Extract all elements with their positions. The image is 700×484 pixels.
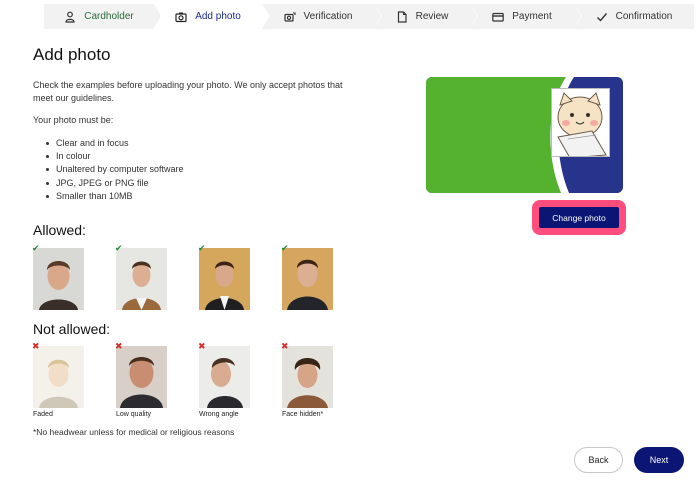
example-caption: Wrong angle <box>199 411 239 418</box>
document-icon <box>396 10 408 23</box>
list-item: Clear and in focus <box>46 137 184 150</box>
back-button[interactable]: Back <box>574 447 623 473</box>
change-photo-highlight: Change photo <box>532 200 626 235</box>
example-caption: Low quality <box>116 411 152 418</box>
step-cardholder[interactable]: Cardholder <box>44 4 162 29</box>
allowed-examples: ✔ ✔ ✔ ✔ <box>32 243 365 310</box>
check-icon: ✔ <box>198 243 206 253</box>
example-photo <box>282 248 333 310</box>
page-title: Add photo <box>33 45 111 64</box>
step-label: Review <box>415 11 449 22</box>
step-review[interactable]: Review <box>374 4 478 29</box>
allowed-example: ✔ <box>198 243 250 310</box>
requirements-heading: Your photo must be: <box>33 115 114 125</box>
example-caption: Faded <box>33 411 53 418</box>
list-item: In colour <box>46 150 184 163</box>
example-photo <box>116 346 167 408</box>
example-photo <box>282 346 333 408</box>
next-button[interactable]: Next <box>634 447 684 473</box>
list-item: Unaltered by computer software <box>46 163 184 176</box>
not-allowed-example: ✖ Face hidden* <box>281 341 333 418</box>
step-payment[interactable]: Payment <box>470 4 582 29</box>
list-item: JPG, JPEG or PNG file <box>46 177 184 190</box>
allowed-heading: Allowed: <box>33 222 86 238</box>
not-allowed-example: ✖ Low quality <box>115 341 167 418</box>
example-caption: Face hidden* <box>282 411 324 418</box>
list-item: Smaller than 10MB <box>46 190 184 203</box>
step-verification[interactable]: Verification <box>262 4 382 29</box>
example-photo <box>33 346 84 408</box>
example-photo <box>33 248 84 310</box>
cross-icon: ✖ <box>281 341 289 351</box>
uploaded-photo <box>551 88 610 157</box>
example-photo <box>199 346 250 408</box>
check-icon: ✔ <box>32 243 40 253</box>
cross-icon: ✖ <box>198 341 206 351</box>
example-photo <box>116 248 167 310</box>
step-label: Payment <box>512 11 552 22</box>
not-allowed-example: ✖ Faded <box>32 341 84 418</box>
step-label: Add photo <box>195 11 241 22</box>
requirements-list: Clear and in focus In colour Unaltered b… <box>46 137 184 203</box>
check-icon: ✔ <box>115 243 123 253</box>
step-label: Verification <box>303 11 353 22</box>
id-camera-icon <box>283 11 296 23</box>
credit-card-icon <box>492 11 505 23</box>
not-allowed-examples: ✖ Faded ✖ Low quality ✖ Wrong angle ✖ Fa… <box>32 341 365 418</box>
not-allowed-heading: Not allowed: <box>33 321 111 337</box>
intro-text: Check the examples before uploading your… <box>33 80 343 103</box>
example-photo <box>199 248 250 310</box>
change-photo-button[interactable]: Change photo <box>539 207 619 228</box>
cross-icon: ✖ <box>115 341 123 351</box>
camera-icon <box>175 11 187 23</box>
cross-icon: ✖ <box>32 341 40 351</box>
person-icon <box>64 11 76 23</box>
check-icon: ✔ <box>281 243 289 253</box>
allowed-example: ✔ <box>281 243 333 310</box>
step-label: Confirmation <box>615 11 673 22</box>
allowed-example: ✔ <box>32 243 84 310</box>
step-label: Cardholder <box>84 11 134 22</box>
headwear-footnote: *No headwear unless for medical or relig… <box>33 427 235 437</box>
card-preview <box>426 77 623 193</box>
step-confirmation[interactable]: Confirmation <box>574 4 694 29</box>
checkmark-icon <box>596 11 608 23</box>
progress-stepper: Cardholder Add photo Verification Review… <box>44 4 694 29</box>
not-allowed-example: ✖ Wrong angle <box>198 341 250 418</box>
allowed-example: ✔ <box>115 243 167 310</box>
step-add-photo[interactable]: Add photo <box>154 4 270 29</box>
